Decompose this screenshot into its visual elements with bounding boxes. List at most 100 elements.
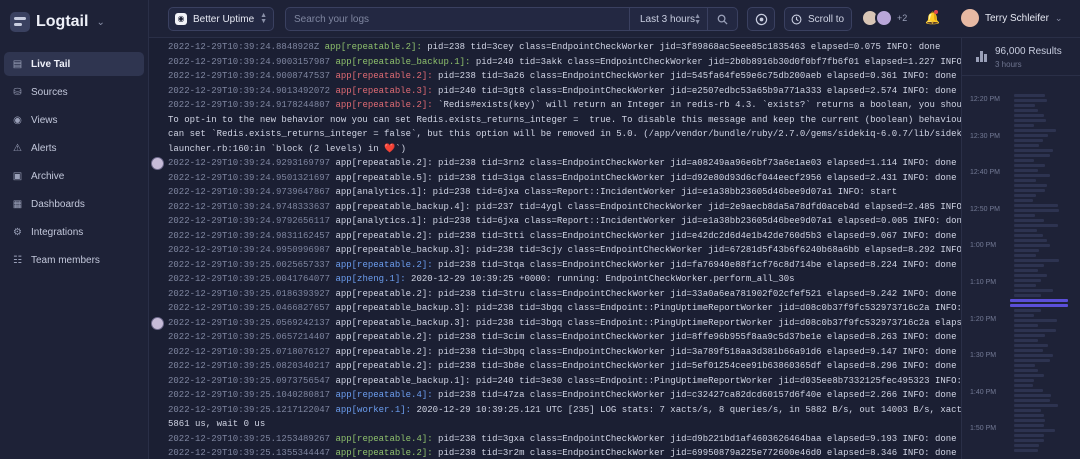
histogram-bar[interactable] — [1014, 339, 1038, 342]
sidebar-item-alerts[interactable]: ⚠ Alerts — [4, 136, 144, 160]
histogram-bar[interactable] — [1014, 264, 1044, 267]
histogram-bar[interactable] — [1014, 364, 1035, 367]
log-line[interactable]: 2022-12-29T10:39:24.9178244807 app[repea… — [168, 98, 961, 112]
brand-logo[interactable]: Logtail ⌄ — [10, 12, 105, 32]
histogram-bar[interactable] — [1014, 374, 1044, 377]
log-line[interactable]: 2022-12-29T10:39:25.0820340217 app[repea… — [168, 359, 957, 373]
histogram-bar[interactable] — [1014, 229, 1037, 232]
search-button[interactable] — [707, 8, 737, 30]
histogram-bar[interactable] — [1014, 159, 1034, 162]
histogram-bar[interactable] — [1014, 294, 1041, 297]
histogram-bar[interactable] — [1014, 124, 1034, 127]
histogram-bar-highlight[interactable] — [1010, 299, 1068, 302]
histogram-bar[interactable] — [1014, 404, 1058, 407]
histogram-bar[interactable] — [1014, 334, 1045, 337]
histogram-bar[interactable] — [1014, 164, 1045, 167]
histogram-bar[interactable] — [1014, 249, 1039, 252]
log-line[interactable]: 2022-12-29T10:39:25.0569242137 app[repea… — [168, 316, 961, 330]
sidebar-item-live-tail[interactable]: ▤ Live Tail — [4, 52, 144, 76]
histogram-bar[interactable] — [1014, 134, 1048, 137]
search-input[interactable] — [286, 8, 629, 30]
histogram-bar[interactable] — [1014, 189, 1045, 192]
log-line[interactable]: 2022-12-29T10:39:25.0466827657 app[repea… — [168, 301, 961, 315]
sidebar-item-views[interactable]: ◉ Views — [4, 108, 144, 132]
histogram-bar[interactable] — [1014, 349, 1043, 352]
histogram-bar[interactable] — [1014, 234, 1043, 237]
histogram-bar[interactable] — [1014, 174, 1050, 177]
pause-stream-button[interactable] — [747, 7, 775, 31]
time-range-select[interactable]: Last 3 hours ▲ ▼ — [629, 8, 707, 30]
histogram-bar[interactable] — [1014, 239, 1047, 242]
histogram-bar[interactable] — [1014, 389, 1043, 392]
sidebar-item-dashboards[interactable]: ▦ Dashboards — [4, 192, 144, 216]
log-line[interactable]: 2022-12-29T10:39:25.0041764077 app[zheng… — [168, 272, 795, 286]
histogram-bar[interactable] — [1014, 409, 1041, 412]
histogram-bar[interactable] — [1014, 379, 1034, 382]
histogram-bar[interactable] — [1014, 314, 1034, 317]
log-line[interactable]: 2022-12-29T10:39:25.0025657337 app[repea… — [168, 258, 957, 272]
histogram-bar[interactable] — [1014, 149, 1053, 152]
histogram-bar[interactable] — [1014, 354, 1053, 357]
histogram-bar[interactable] — [1014, 309, 1041, 312]
histogram-bar[interactable] — [1014, 284, 1036, 287]
histogram-bar[interactable] — [1014, 419, 1045, 422]
histogram-bar[interactable] — [1014, 324, 1038, 327]
log-line[interactable]: 2022-12-29T10:39:25.0973756547 app[repea… — [168, 374, 961, 388]
histogram-bar[interactable] — [1014, 184, 1047, 187]
log-line[interactable]: can set `Redis.exists_returns_integer = … — [168, 127, 961, 141]
histogram-bar[interactable] — [1014, 114, 1044, 117]
histogram-bar[interactable] — [1014, 444, 1039, 447]
presence-avatars[interactable]: +2 — [861, 9, 907, 27]
histogram-bar[interactable] — [1014, 279, 1041, 282]
histogram-bar[interactable] — [1014, 449, 1038, 452]
histogram-bar-highlight[interactable] — [1010, 304, 1068, 307]
histogram-bar[interactable] — [1014, 109, 1038, 112]
histogram-bar[interactable] — [1014, 369, 1038, 372]
log-line[interactable]: launcher.rb:160:in `block (2 levels) in … — [168, 142, 406, 156]
histogram-bar[interactable] — [1014, 414, 1044, 417]
histogram-bar[interactable] — [1014, 139, 1043, 142]
log-line[interactable]: 2022-12-29T10:39:24.9739647867 app[analy… — [168, 185, 897, 199]
log-line[interactable]: 2022-12-29T10:39:25.1355344447 app[repea… — [168, 446, 957, 459]
histogram-bar[interactable] — [1014, 274, 1047, 277]
log-line[interactable]: 2022-12-29T10:39:25.0657214407 app[repea… — [168, 330, 957, 344]
histogram-bar[interactable] — [1014, 329, 1056, 332]
histogram-bar[interactable] — [1014, 429, 1055, 432]
histogram-bar[interactable] — [1014, 194, 1036, 197]
viewer-avatar[interactable] — [151, 316, 164, 330]
histogram-bar[interactable] — [1014, 219, 1044, 222]
histogram-bar[interactable] — [1014, 289, 1053, 292]
histogram-bar[interactable] — [1014, 204, 1058, 207]
sidebar-item-archive[interactable]: ▣ Archive — [4, 164, 144, 188]
histogram-bar[interactable] — [1014, 399, 1050, 402]
sidebar-item-team-members[interactable]: ☷ Team members — [4, 248, 144, 272]
histogram-bar[interactable] — [1014, 199, 1033, 202]
histogram-bar[interactable] — [1014, 254, 1036, 257]
histogram-bar[interactable] — [1014, 439, 1044, 442]
source-select[interactable]: ◉ Better Uptime ▲ ▼ — [168, 7, 274, 31]
log-line[interactable]: 5861 us, wait 0 us — [168, 417, 265, 431]
log-line[interactable]: 2022-12-29T10:39:24.9831162457 app[repea… — [168, 229, 957, 243]
viewer-avatar[interactable] — [151, 157, 164, 170]
histogram-bar[interactable] — [1014, 394, 1051, 397]
user-menu[interactable]: Terry Schleifer ⌄ — [961, 9, 1062, 27]
sidebar-item-integrations[interactable]: ⚙ Integrations — [4, 220, 144, 244]
histogram-bar[interactable] — [1014, 214, 1035, 217]
log-line[interactable]: 2022-12-29T10:39:25.1253489267 app[repea… — [168, 432, 957, 446]
log-line[interactable]: 2022-12-29T10:39:25.1217122047 app[worke… — [168, 403, 961, 417]
log-line[interactable]: 2022-12-29T10:39:25.1040280817 app[repea… — [168, 388, 957, 402]
histogram-bar[interactable] — [1014, 269, 1038, 272]
histogram-bar[interactable] — [1014, 344, 1048, 347]
log-line[interactable]: 2022-12-29T10:39:25.0718076127 app[repea… — [168, 345, 957, 359]
histogram-bar[interactable] — [1014, 119, 1046, 122]
histogram-bar[interactable] — [1014, 384, 1033, 387]
histogram-bar[interactable] — [1014, 359, 1050, 362]
log-line[interactable]: 2022-12-29T10:39:24.9293169797 app[repea… — [168, 156, 957, 170]
histogram-bar[interactable] — [1014, 224, 1058, 227]
histogram-bar[interactable] — [1014, 319, 1057, 322]
log-line[interactable]: 2022-12-29T10:39:24.9013492072 app[repea… — [168, 84, 957, 98]
log-line[interactable]: 2022-12-29T10:39:24.8848928Z app[repeata… — [168, 40, 940, 54]
histogram-bar[interactable] — [1014, 434, 1044, 437]
log-line[interactable]: 2022-12-29T10:39:25.0186393927 app[repea… — [168, 287, 957, 301]
histogram-bar[interactable] — [1014, 144, 1039, 147]
